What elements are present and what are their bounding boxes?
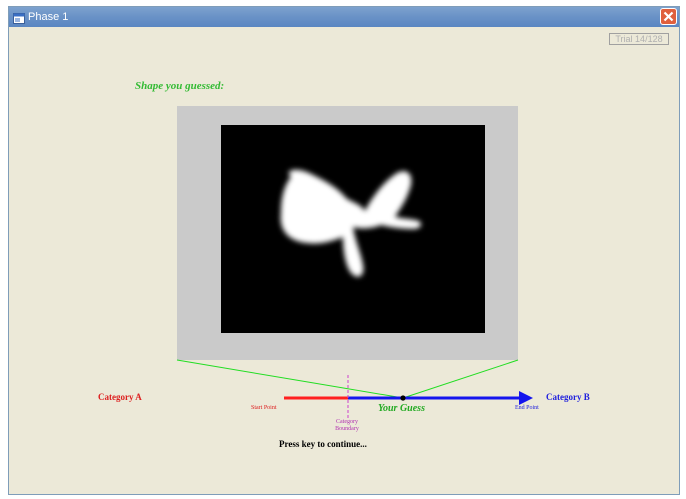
category-a-label: Category A	[98, 392, 142, 402]
your-guess-label: Your Guess	[378, 403, 425, 414]
guess-marker	[400, 395, 406, 401]
press-key-instruction: Press key to continue...	[279, 439, 367, 449]
guide-line-left	[176, 359, 404, 399]
client-area: Trial 14/128 Shape you guessed: Category…	[9, 27, 679, 494]
category-boundary-label: Category Boundary	[335, 419, 359, 432]
title-bar[interactable]: Phase 1	[9, 7, 679, 27]
guide-line-right	[402, 359, 519, 399]
category-b-label: Category B	[546, 392, 590, 402]
phase-window: Phase 1 Trial 14/128 Shape you guessed:	[8, 6, 680, 495]
start-point-label: Start Point	[251, 405, 277, 411]
arrow-head-icon	[519, 391, 533, 405]
end-point-label: End Point	[515, 405, 539, 411]
window-title: Phase 1	[28, 11, 69, 23]
close-x-icon	[663, 11, 674, 22]
window-app-icon	[13, 11, 25, 24]
close-button[interactable]	[660, 8, 677, 25]
